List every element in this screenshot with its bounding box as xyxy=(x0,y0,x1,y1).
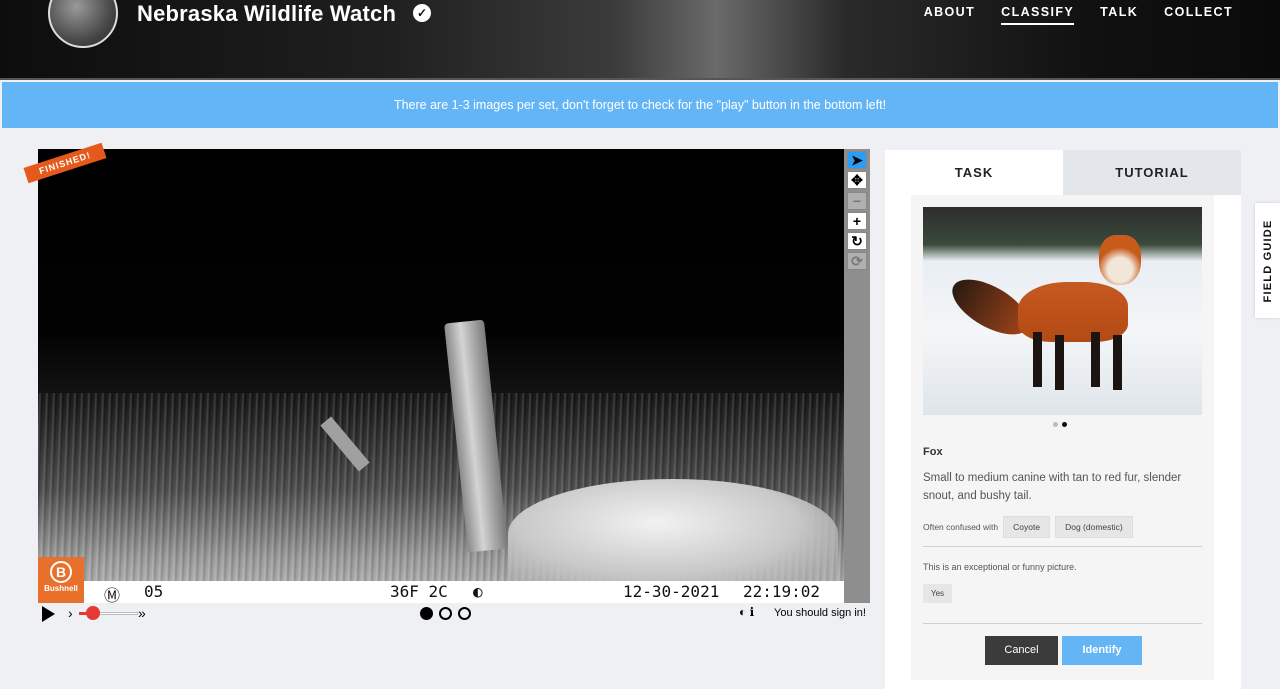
camera-temperature: 36F 2C xyxy=(390,582,448,601)
frame-dot-2[interactable] xyxy=(439,607,452,620)
species-name: Fox xyxy=(923,446,943,458)
image-dot-2[interactable] xyxy=(1062,422,1067,427)
nav-collect[interactable]: COLLECT xyxy=(1164,5,1233,25)
image-toolbar: ➤ ✥ − + ↻ ⟳ xyxy=(844,149,870,603)
contrast-icon[interactable]: ◐ xyxy=(739,605,746,619)
question-text: This is an exceptional or funny picture. xyxy=(923,562,1077,572)
bushnell-logo: B Bushnell xyxy=(38,557,84,603)
frame-dot-1[interactable] xyxy=(420,607,433,620)
identify-button[interactable]: Identify xyxy=(1062,636,1142,665)
check-circle-icon: ✓ xyxy=(413,4,431,22)
image-pager xyxy=(1053,422,1067,427)
move-icon[interactable]: ✥ xyxy=(847,171,867,189)
announcement-banner: There are 1-3 images per set, don't forg… xyxy=(2,82,1278,128)
play-icon[interactable] xyxy=(42,606,55,622)
task-panel: Fox Small to medium canine with tan to r… xyxy=(885,195,1241,689)
fast-speed-icon[interactable]: » xyxy=(138,605,146,621)
species-detail: Fox Small to medium canine with tan to r… xyxy=(911,195,1214,680)
zoom-out-icon[interactable]: − xyxy=(847,192,867,210)
divider xyxy=(923,546,1202,547)
subject-image[interactable]: Ⓜ 05 36F 2C ◐ 12-30-2021 22:19:02 B Bush… xyxy=(38,149,844,603)
camera-date: 12-30-2021 xyxy=(623,582,720,601)
confused-with-row: Often confused with Coyote Dog (domestic… xyxy=(923,516,1133,538)
project-title[interactable]: Nebraska Wildlife Watch xyxy=(137,1,396,27)
rotate-icon[interactable]: ↻ xyxy=(847,232,867,250)
tab-task[interactable]: TASK xyxy=(885,150,1063,195)
slow-speed-icon[interactable]: › xyxy=(68,605,73,621)
cancel-button[interactable]: Cancel xyxy=(985,636,1058,665)
image-dot-1[interactable] xyxy=(1053,422,1058,427)
frame-pager xyxy=(420,607,471,620)
species-description: Small to medium canine with tan to red f… xyxy=(923,472,1182,502)
field-guide-tab[interactable]: FIELD GUIDE xyxy=(1255,203,1280,318)
site-header: Nebraska Wildlife Watch ✓ ABOUT CLASSIFY… xyxy=(0,0,1280,80)
nav-talk[interactable]: TALK xyxy=(1100,5,1138,25)
info-icon[interactable]: ℹ xyxy=(750,605,755,619)
speed-slider-handle[interactable] xyxy=(86,606,100,620)
field-guide-label: FIELD GUIDE xyxy=(1261,219,1274,302)
bushnell-logo-text: Bushnell xyxy=(44,584,78,593)
camera-number: 05 xyxy=(144,582,164,601)
project-avatar[interactable] xyxy=(48,0,118,48)
pointer-icon[interactable]: ➤ xyxy=(847,151,867,169)
species-example-image xyxy=(923,207,1202,415)
confused-chip-coyote[interactable]: Coyote xyxy=(1003,516,1051,538)
camera-info-strip: Ⓜ 05 36F 2C ◐ 12-30-2021 22:19:02 xyxy=(38,581,844,603)
nav-classify[interactable]: CLASSIFY xyxy=(1001,5,1075,25)
reset-icon[interactable]: ⟳ xyxy=(847,252,867,270)
answer-yes-button[interactable]: Yes xyxy=(923,584,953,603)
confused-with-label: Often confused with xyxy=(923,522,999,532)
project-nav: ABOUT CLASSIFY TALK COLLECT xyxy=(924,5,1233,25)
zoom-in-icon[interactable]: + xyxy=(847,212,867,230)
metadata-icons: ◐ ℹ xyxy=(739,605,754,619)
signin-notice: You should sign in! xyxy=(774,607,866,619)
task-tabs: TASK TUTORIAL xyxy=(885,150,1241,195)
camera-mode: Ⓜ xyxy=(104,586,121,603)
confused-chip-dog[interactable]: Dog (domestic) xyxy=(1055,516,1133,538)
fox-leg xyxy=(1033,332,1042,387)
bushnell-b-icon: B xyxy=(50,561,72,583)
blurred-animal xyxy=(508,479,838,589)
subject-viewer: Ⓜ 05 36F 2C ◐ 12-30-2021 22:19:02 B Bush… xyxy=(38,149,870,603)
moon-phase-icon: ◐ xyxy=(473,582,483,601)
frame-dot-3[interactable] xyxy=(458,607,471,620)
camera-time: 22:19:02 xyxy=(743,582,821,601)
fox-leg xyxy=(1113,335,1122,390)
fox-leg xyxy=(1091,332,1100,387)
divider xyxy=(923,623,1202,624)
nav-about[interactable]: ABOUT xyxy=(924,5,975,25)
fox-leg xyxy=(1055,335,1064,390)
fox-head xyxy=(1099,235,1141,285)
tab-tutorial[interactable]: TUTORIAL xyxy=(1063,150,1241,195)
